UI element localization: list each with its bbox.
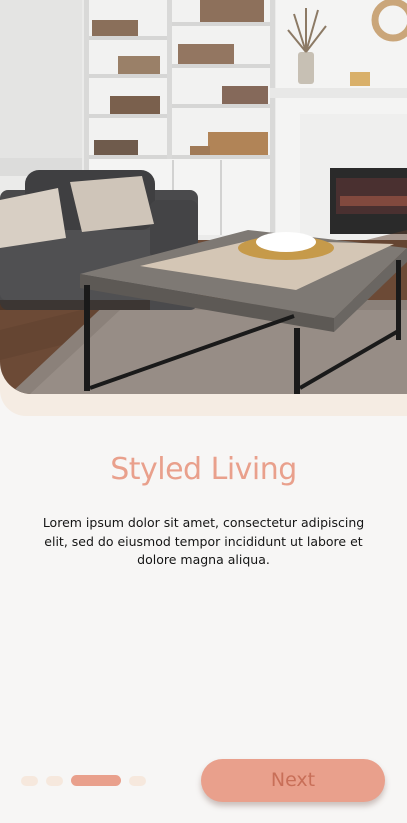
page-dot-4[interactable] — [129, 775, 146, 786]
page-indicator — [21, 775, 146, 786]
onboarding-screen: Styled Living Lorem ipsum dolor sit amet… — [0, 0, 407, 823]
page-dot-1[interactable] — [21, 775, 38, 786]
next-button[interactable]: Next — [201, 759, 385, 802]
description-text: Lorem ipsum dolor sit amet, consectetur … — [42, 515, 365, 567]
living-room-illustration — [0, 0, 407, 394]
hero-band — [0, 0, 407, 416]
hero-image — [0, 0, 407, 394]
page-dot-2[interactable] — [46, 775, 63, 786]
page-title: Styled Living — [110, 452, 297, 487]
page-dot-3-active[interactable] — [71, 775, 121, 786]
